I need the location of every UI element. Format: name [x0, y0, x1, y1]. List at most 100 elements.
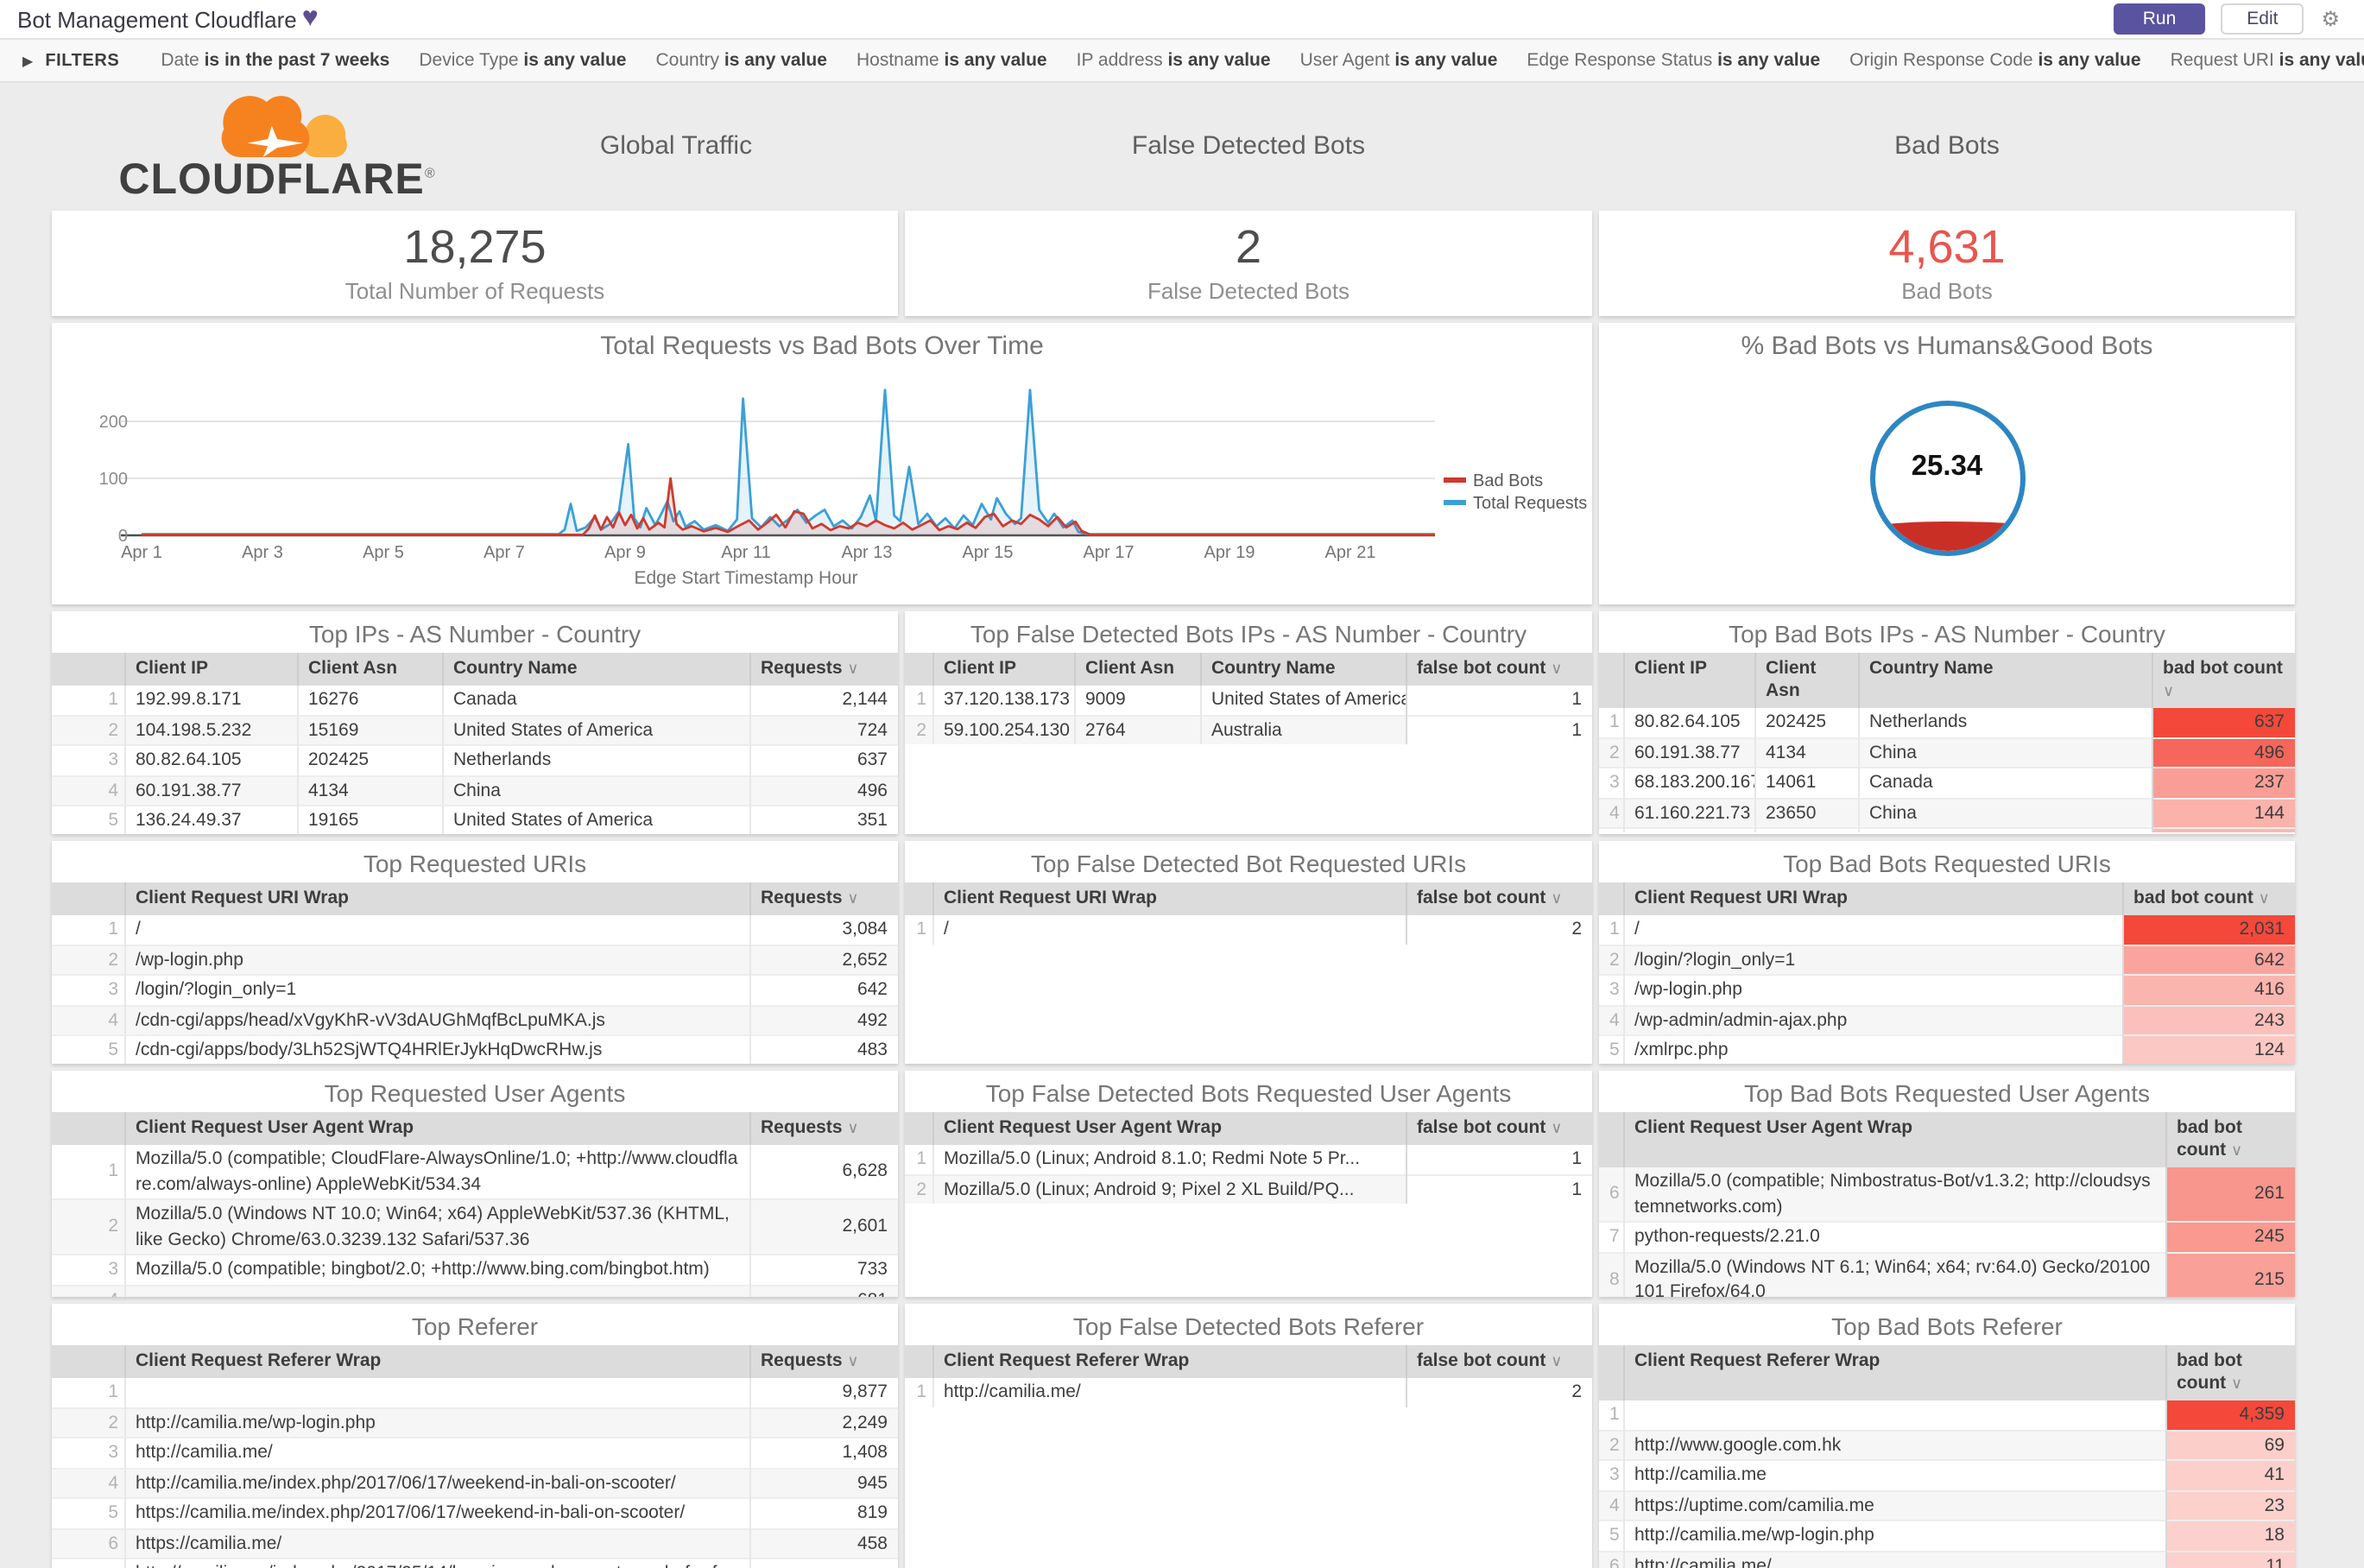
filter-item[interactable]: Origin Response Code is any value [1849, 50, 2140, 71]
gear-icon[interactable]: ⚙ [2321, 7, 2340, 31]
column-header: Client Asn [1073, 653, 1200, 686]
row-number-header [52, 1345, 124, 1379]
table-card-top-referer: Top Referer Client Request Referer Wrap Re… [52, 1304, 898, 1568]
column-header[interactable]: bad bot count ∨ [2165, 1112, 2295, 1168]
table-cell: 19165 [296, 806, 442, 834]
table-cell [1754, 828, 1858, 833]
data-table: Client IP Client Asn Country Name bad bot c… [1599, 653, 2295, 833]
table-row: 7 python-requests/2.21.0 245 [1599, 1222, 2295, 1253]
column-header: Country Name [1857, 653, 2152, 709]
table-row: 1 80.82.64.105 202425 Netherlands 637 [1599, 708, 2295, 738]
filters-bar: ▶ FILTERS Date is in the past 7 weeks Dev… [0, 40, 2364, 83]
table-cell: 9009 [1073, 686, 1200, 716]
row-number: 2 [916, 719, 926, 741]
kpi-false-detected-bots-value: 2 [1235, 221, 1262, 274]
column-header: Client Request Referer Wrap [123, 1345, 749, 1379]
column-header[interactable]: bad bot count ∨ [2121, 882, 2295, 916]
chart-title: Total Requests vs Bad Bots Over Time [600, 332, 1044, 361]
row-number: 6 [1609, 1183, 1620, 1204]
column-header[interactable]: Requests ∨ [749, 1345, 898, 1379]
gauge-title: % Bad Bots vs Humans&Good Bots [1741, 332, 2153, 361]
data-table: Client Request Referer Wrap bad bot count… [1599, 1345, 2295, 1568]
row-number-header [905, 653, 932, 686]
kpi-bad-bots: 4,631 Bad Bots [1599, 211, 2295, 316]
table-cell: 80.82.64.105 [123, 745, 297, 776]
table-cell: China [1857, 737, 2152, 768]
column-header[interactable]: false bot count ∨ [1405, 1345, 1592, 1379]
sort-caret-icon: ∨ [1551, 1352, 1563, 1369]
table-cell: 261 [2165, 1167, 2295, 1223]
table-card-bad-bots-uris: Top Bad Bots Requested URIs Client Reques… [1599, 841, 2295, 1064]
column-header[interactable]: Requests ∨ [749, 653, 898, 686]
table-cell: http://camilia.me/wp-login.php [123, 1407, 749, 1438]
table-row: 7http://camilia.me/index.php/2017/05/14/… [52, 1559, 898, 1568]
table-cell: http://camilia.me/ [932, 1378, 1406, 1407]
filters-label[interactable]: FILTERS [45, 51, 119, 70]
run-button[interactable]: Run [2113, 3, 2206, 35]
filter-item[interactable]: Request URI is any value [2171, 50, 2364, 71]
filter-item[interactable]: User Agent is any value [1300, 50, 1498, 71]
table-cell: 144 [2151, 798, 2295, 829]
table-cell: 11 [2165, 1551, 2295, 1568]
table-cell: 41 [2165, 1460, 2295, 1491]
column-header[interactable]: bad bot count ∨ [2165, 1345, 2295, 1401]
table-cell [1857, 828, 2152, 833]
kpi-false-detected-bots-label: False Detected Bots [1147, 277, 1350, 304]
column-header[interactable]: false bot count ∨ [1405, 1112, 1592, 1146]
filter-item[interactable]: Country is any value [656, 50, 827, 71]
table-row: 5/cdn-cgi/apps/body/3Lh52SjWTQ4HRlErJykH… [52, 1035, 898, 1064]
filters-expand-icon[interactable]: ▶ [22, 53, 33, 68]
table-row: 2 60.191.38.77 4134 China 496 [1599, 737, 2295, 768]
section-title-false-detected-bots: False Detected Bots [1131, 130, 1366, 160]
svg-text:Apr 19: Apr 19 [1204, 543, 1255, 562]
column-header[interactable]: Requests ∨ [749, 1112, 898, 1146]
table-row: 6 http://camilia.me/11 [1599, 1551, 2295, 1568]
table-cell [1622, 1400, 2165, 1431]
table-title: Top Bad Bots Requested URIs [1783, 850, 2111, 877]
column-header[interactable]: bad bot count ∨ [2151, 653, 2295, 709]
row-number: 5 [108, 1040, 118, 1061]
table-cell: Canada [441, 686, 749, 716]
kpi-bad-bots-value: 4,631 [1888, 221, 2006, 274]
row-number: 7 [52, 1559, 124, 1568]
filter-item[interactable]: Edge Response Status is any value [1526, 50, 1820, 71]
filter-item[interactable]: IP address is any value [1077, 50, 1271, 71]
svg-text:Apr 13: Apr 13 [842, 543, 893, 562]
column-header[interactable]: false bot count ∨ [1405, 653, 1592, 686]
column-header[interactable]: Requests ∨ [749, 882, 898, 916]
legend-item[interactable]: Total Requests [1444, 494, 1587, 513]
timeseries-svg[interactable]: 0100200Apr 1 Apr 3 Apr 5 Apr 7 Apr 9 Apr 11 Ap… [52, 361, 1592, 603]
filter-item[interactable]: Hostname is any value [856, 50, 1047, 71]
row-number: 1 [108, 689, 118, 711]
row-number: 5 [108, 1502, 118, 1524]
column-header: Country Name [1199, 653, 1406, 686]
band-false-bots: False Detected Bots [905, 86, 1592, 204]
table-cell: http://camilia.me/index.php/2017/05/14/h… [123, 1559, 749, 1568]
table-row: 4/wp-admin/admin-ajax.php 243 [1599, 1005, 2295, 1036]
table-cell: 2,652 [749, 945, 898, 976]
table-cell: 243 [2121, 1005, 2295, 1036]
column-header: Client Asn [1754, 653, 1858, 709]
table-cell: 60.191.38.77 [123, 775, 297, 806]
row-number: 3 [1609, 1464, 1620, 1486]
legend-item[interactable]: Bad Bots [1444, 471, 1543, 490]
table-row: 2 Mozilla/5.0 (Linux; Android 9; Pixel 2 … [905, 1174, 1592, 1204]
gauge-card: % Bad Bots vs Humans&Good Bots 25.34 [1599, 323, 2295, 604]
table-cell [1622, 828, 1754, 833]
edit-button[interactable]: Edit [2221, 3, 2304, 35]
table-cell: 68.183.200.167 [1622, 768, 1754, 799]
svg-text:Apr 5: Apr 5 [363, 543, 404, 562]
table-row: 2 Mozilla/5.0 (Windows NT 10.0; Win64; x6… [52, 1199, 898, 1255]
data-table: Client Request URI Wrap bad bot count ∨ 1/… [1599, 882, 2295, 1064]
filter-item[interactable]: Date is in the past 7 weeks [161, 50, 389, 71]
filter-item[interactable]: Device Type is any value [419, 50, 626, 71]
column-header[interactable]: false bot count ∨ [1405, 882, 1592, 916]
section-title-global-traffic: Global Traffic [599, 130, 753, 160]
table-title: Top False Detected Bot Requested URIs [1030, 850, 1467, 877]
table-row: 4 60.191.38.77 4134 China 496 [52, 775, 898, 806]
table-row: 1 Mozilla/5.0 (compatible; CloudFlare-Alw… [52, 1145, 898, 1200]
table-row: 2 http://www.google.com.hk 69 [1599, 1430, 2295, 1461]
row-number: 1 [916, 1381, 926, 1403]
table-cell: 284 [749, 1559, 898, 1568]
table-row: 5 136.24.49.37 19165 United States of Ameri… [52, 806, 898, 834]
